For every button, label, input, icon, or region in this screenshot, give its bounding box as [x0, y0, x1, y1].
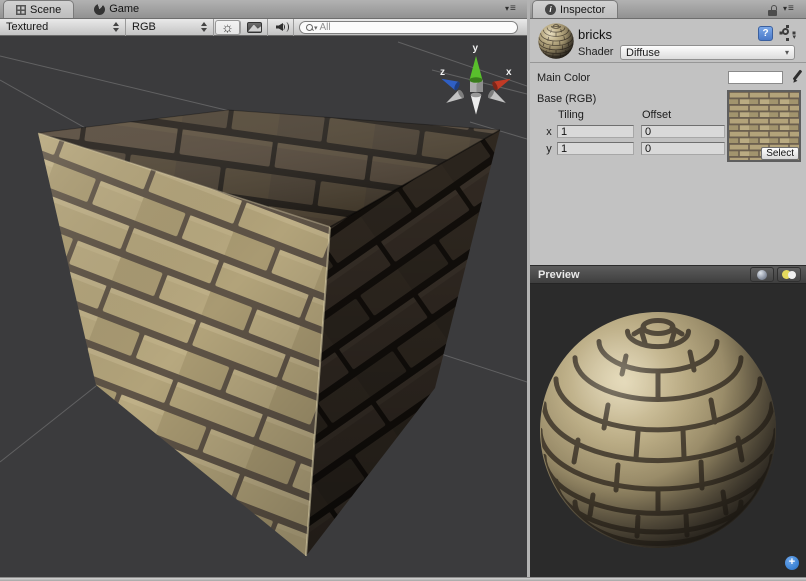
scene-search-input[interactable]: ▾ All — [299, 21, 518, 34]
color-channel-dropdown[interactable]: RGB — [126, 19, 214, 36]
dropdown-arrow-icon: ▾ — [792, 33, 796, 41]
lock-icon[interactable] — [768, 5, 778, 17]
lighting-dots-icon — [782, 270, 796, 279]
main-color-swatch[interactable] — [728, 71, 783, 84]
eyedropper-icon[interactable] — [791, 69, 803, 84]
shader-label: Shader — [578, 46, 613, 58]
gizmo-z-label: z — [440, 67, 445, 78]
tab-inspector-label: Inspector — [560, 4, 605, 16]
gizmo-negative-axes[interactable] — [444, 89, 508, 115]
preview-brick-sphere — [538, 310, 778, 550]
tiling-x-field[interactable] — [557, 125, 634, 138]
tab-scene-label: Scene — [30, 4, 61, 16]
scene-grid-icon — [16, 5, 26, 15]
tab-game[interactable]: Game — [82, 0, 151, 18]
scene-orientation-gizmo[interactable]: y x z — [438, 38, 516, 120]
select-texture-button[interactable]: Select — [761, 147, 799, 160]
inspector-pane-menu-icon[interactable]: ▾ ≡ — [783, 4, 794, 14]
tiling-y-field[interactable] — [557, 142, 634, 155]
offset-y-field[interactable] — [641, 142, 725, 155]
search-filter-arrow-icon: ▾ — [314, 24, 318, 32]
scene-panel: Scene Game ▾ ≡ Textured RGB ☼ — [0, 0, 527, 577]
help-icon[interactable]: ? — [758, 26, 773, 41]
scene-toolbar: Textured RGB ☼ ▾ All — [0, 19, 527, 36]
base-texture-thumbnail[interactable]: Select — [727, 90, 801, 162]
offset-column-header: Offset — [642, 109, 671, 121]
preview-header[interactable]: Preview — [530, 265, 806, 284]
gizmo-y-axis-cone[interactable] — [470, 56, 483, 83]
gear-icon[interactable]: ▾ — [780, 27, 796, 41]
shader-value: Diffuse — [626, 47, 660, 59]
game-icon — [94, 4, 105, 15]
scene-pane-menu-icon[interactable]: ▾ ≡ — [505, 4, 516, 14]
scene-lighting-toggle[interactable]: ☼ — [215, 20, 241, 35]
updown-arrows-icon — [113, 22, 119, 32]
tiling-column-header: Tiling — [558, 109, 584, 121]
unity-editor-window: Scene Game ▾ ≡ Textured RGB ☼ — [0, 0, 806, 581]
material-name: bricks — [578, 27, 612, 42]
tab-scene[interactable]: Scene — [3, 0, 74, 18]
gizmo-x-label: x — [506, 67, 512, 78]
brick-cube — [38, 110, 500, 556]
base-texture-label: Base (RGB) — [537, 93, 596, 105]
sun-icon: ☼ — [221, 20, 234, 34]
search-text: All — [320, 22, 331, 33]
image-icon — [247, 22, 262, 33]
main-color-label: Main Color — [537, 72, 590, 84]
color-channel-value: RGB — [132, 21, 156, 33]
skybox-effects-toggle[interactable] — [242, 19, 268, 36]
menu-lines-icon: ≡ — [788, 4, 794, 14]
material-preview-viewport[interactable]: + — [530, 284, 806, 577]
window-bottom-edge — [0, 577, 806, 581]
asset-store-plus-icon[interactable]: + — [785, 556, 799, 570]
render-mode-dropdown[interactable]: Textured — [0, 19, 126, 36]
shader-dropdown[interactable]: Diffuse ▾ — [620, 45, 795, 60]
material-sphere-thumbnail — [538, 23, 574, 59]
preview-lighting-button[interactable] — [777, 267, 801, 282]
gizmo-y-label: y — [473, 43, 479, 54]
tiling-row-x-label: x — [544, 126, 554, 138]
sphere-mesh-icon — [757, 270, 767, 280]
scene-audio-toggle[interactable] — [268, 19, 294, 36]
inspector-panel: i Inspector ▾ ≡ bricks Shader Diffuse ▾ — [530, 0, 806, 577]
offset-x-field[interactable] — [641, 125, 725, 138]
material-header: bricks Shader Diffuse ▾ ? ▾ — [530, 19, 806, 63]
dropdown-arrow-icon: ▾ — [783, 4, 787, 14]
search-icon — [306, 24, 313, 31]
scene-tabbar: Scene Game ▾ ≡ — [0, 0, 527, 19]
render-mode-value: Textured — [6, 21, 48, 33]
tab-inspector[interactable]: i Inspector — [532, 0, 618, 18]
preview-mesh-button[interactable] — [750, 267, 774, 282]
tiling-row-y-label: y — [544, 143, 554, 155]
inspector-tabbar: i Inspector ▾ ≡ — [530, 0, 806, 19]
preview-title: Preview — [538, 269, 580, 281]
dropdown-arrow-icon: ▾ — [505, 4, 509, 14]
scene-viewport[interactable]: y x z — [0, 36, 527, 577]
tab-game-label: Game — [109, 3, 139, 15]
updown-arrows-icon — [201, 22, 207, 32]
menu-lines-icon: ≡ — [510, 4, 516, 14]
dropdown-arrow-icon: ▾ — [785, 48, 789, 57]
material-inspector: bricks Shader Diffuse ▾ ? ▾ Main Color B… — [530, 19, 806, 265]
speaker-icon — [276, 22, 285, 32]
info-icon: i — [545, 4, 556, 15]
